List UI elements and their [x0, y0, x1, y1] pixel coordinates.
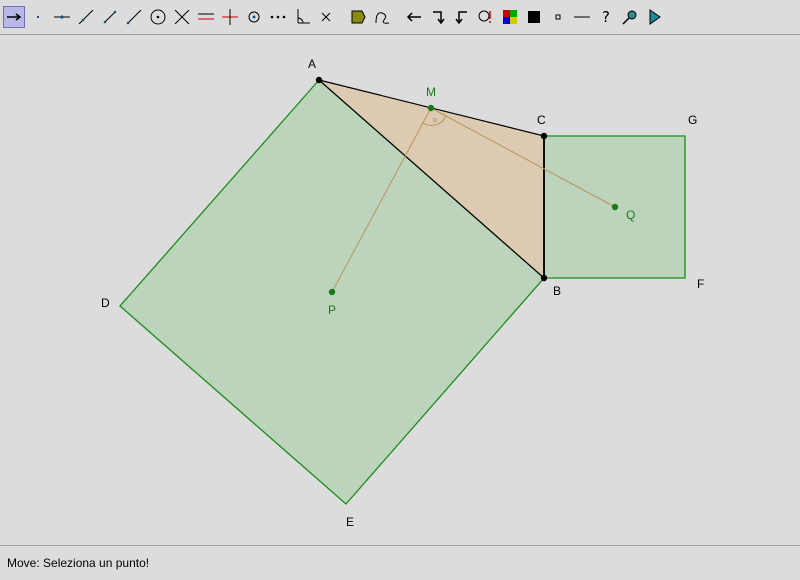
- move-tool[interactable]: [3, 6, 25, 28]
- label-a: A: [308, 57, 316, 71]
- point-a[interactable]: [315, 76, 323, 84]
- dotted-tool[interactable]: [268, 7, 288, 27]
- status-text: Move: Seleziona un punto!: [7, 556, 150, 570]
- circle-tool[interactable]: [148, 7, 168, 27]
- help-icon: ?: [602, 7, 610, 26]
- toolbar: ?: [0, 0, 800, 34]
- delete-tool[interactable]: [316, 7, 336, 27]
- point-q[interactable]: [611, 203, 619, 211]
- label-b: B: [553, 284, 561, 298]
- drawing-canvas[interactable]: A B C D E F G M P Q: [0, 34, 800, 546]
- undo-tool[interactable]: [404, 7, 424, 27]
- parallel-tool[interactable]: [196, 7, 216, 27]
- macro-tool[interactable]: [452, 7, 472, 27]
- point-c[interactable]: [540, 132, 548, 140]
- color-tool[interactable]: [500, 7, 520, 27]
- midpoint-tool[interactable]: [244, 7, 264, 27]
- point-b[interactable]: [540, 274, 548, 282]
- locus-tool[interactable]: [372, 7, 392, 27]
- label-d: D: [101, 296, 110, 310]
- trace-tool[interactable]: [620, 7, 640, 27]
- perpendicular-tool[interactable]: [220, 7, 240, 27]
- redo-tool[interactable]: [428, 7, 448, 27]
- animate-tool[interactable]: [644, 7, 664, 27]
- label-p: P: [328, 303, 336, 317]
- point-p[interactable]: [328, 288, 336, 296]
- help-tool[interactable]: ?: [596, 7, 616, 27]
- ray-tool[interactable]: [124, 7, 144, 27]
- point-on-object-tool[interactable]: [52, 7, 72, 27]
- label-q: Q: [626, 208, 635, 222]
- point-m[interactable]: [427, 104, 435, 112]
- label-g: G: [688, 113, 697, 127]
- label-m: M: [426, 85, 436, 99]
- label-e: E: [346, 515, 354, 529]
- point-style-tool[interactable]: [548, 7, 568, 27]
- angle-tool[interactable]: [292, 7, 312, 27]
- line-style-tool[interactable]: [572, 7, 592, 27]
- point-tool[interactable]: [28, 7, 48, 27]
- line-tool[interactable]: [76, 7, 96, 27]
- label-f: F: [697, 277, 704, 291]
- label-c: C: [537, 113, 546, 127]
- segment-tool[interactable]: [100, 7, 120, 27]
- geometry-figure[interactable]: A B C D E F G M P Q: [0, 35, 800, 545]
- intersect-tool[interactable]: [172, 7, 192, 27]
- status-bar: Move: Seleziona un punto!: [0, 546, 800, 580]
- zoom-tool[interactable]: [476, 7, 496, 27]
- polygon-tool[interactable]: [348, 7, 368, 27]
- fill-tool[interactable]: [524, 7, 544, 27]
